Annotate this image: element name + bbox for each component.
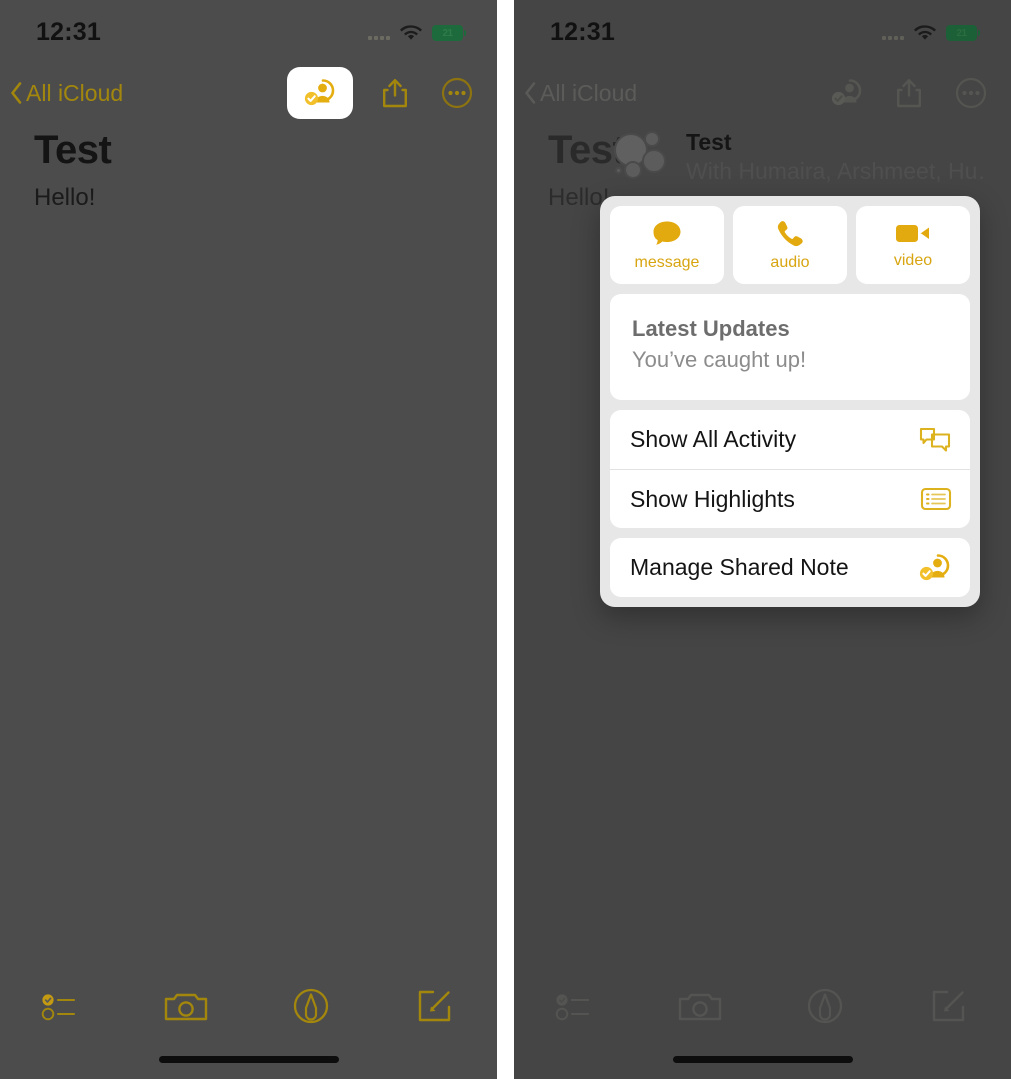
camera-icon (163, 989, 209, 1023)
status-bar-clock: 12:31 (36, 17, 101, 46)
cellular-bars-icon (368, 26, 390, 40)
video-camera-icon (894, 220, 932, 246)
navigation-actions (287, 67, 477, 119)
bottom-toolbar (0, 960, 497, 1079)
wifi-icon (400, 25, 422, 41)
highlights-list-icon (918, 484, 952, 514)
video-action-label: video (893, 252, 933, 269)
compose-new-note-icon (930, 987, 968, 1025)
camera-button[interactable] (638, 976, 762, 1036)
shared-note-participants: With Humaira, Arshmeet, Hu… (686, 158, 984, 184)
home-indicator (158, 1056, 339, 1063)
back-to-all-icloud-button[interactable]: All iCloud (10, 80, 123, 107)
shared-note-collaborate-icon (303, 78, 337, 108)
home-indicator (672, 1056, 853, 1063)
bottom-toolbar (514, 960, 1011, 1079)
show-all-activity-item[interactable]: Show All Activity (610, 410, 970, 469)
phone-screenshot-right: 12:31 21 All iCloud Test Hello! Test Wit… (514, 0, 1011, 1079)
checklist-icon (554, 989, 598, 1023)
note-body-text[interactable]: Hello! (34, 180, 463, 216)
markup-button[interactable] (763, 976, 887, 1036)
back-button-label: All iCloud (26, 79, 124, 106)
screenshot-stage: 12:31 21 All iCloud Test Hello! 12:31 21… (0, 0, 1011, 1079)
manage-menu-group: Manage Shared Note (610, 538, 970, 597)
show-all-activity-label: Show All Activity (630, 426, 797, 452)
checklist-icon (40, 989, 84, 1023)
compose-new-note-button[interactable] (887, 976, 1011, 1036)
message-action-label: message (634, 254, 700, 271)
quick-action-tiles: message audio video (610, 206, 970, 284)
chevron-left-icon (10, 82, 22, 104)
checklist-button[interactable] (514, 976, 638, 1036)
note-title[interactable]: Test (34, 124, 463, 176)
more-ellipsis-circle-icon (441, 77, 473, 109)
toolbar-buttons (0, 976, 497, 1036)
battery-icon: 21 (432, 25, 466, 41)
video-action-tile[interactable]: video (856, 206, 970, 284)
status-bar-indicators: 21 (368, 25, 466, 41)
message-action-tile[interactable]: message (610, 206, 724, 284)
show-highlights-item[interactable]: Show Highlights (610, 469, 970, 528)
shared-note-collaborate-icon (918, 553, 952, 583)
notes-app-screen-with-popover: 12:31 21 All iCloud Test Hello! Test Wit… (514, 0, 1011, 1079)
latest-updates-subtitle: You’ve caught up! (632, 347, 807, 372)
compose-new-note-button[interactable] (373, 976, 497, 1036)
checklist-button[interactable] (0, 976, 124, 1036)
activity-menu-group: Show All Activity Show Highlights (610, 410, 970, 528)
collaboration-popover: message audio video Latest Updates You’v… (600, 196, 980, 607)
message-bubble-icon (649, 218, 685, 248)
battery-level-label: 21 (442, 27, 453, 39)
latest-updates-card[interactable]: Latest Updates You’ve caught up! (610, 294, 970, 400)
phone-screenshot-left: 12:31 21 All iCloud Test Hello! (0, 0, 497, 1079)
camera-icon (677, 989, 723, 1023)
camera-button[interactable] (124, 976, 248, 1036)
notes-app-screen: 12:31 21 All iCloud Test Hello! (0, 0, 497, 1079)
markup-pen-circle-icon (291, 986, 331, 1026)
shared-note-title: Test (686, 129, 732, 155)
latest-updates-title: Latest Updates (632, 316, 790, 341)
phone-handset-icon (774, 218, 806, 248)
share-icon (381, 77, 409, 109)
audio-action-label: audio (770, 254, 810, 271)
participants-avatar-cluster-icon (614, 131, 670, 183)
shared-note-header: Test With Humaira, Arshmeet, Hu… (614, 128, 984, 186)
manage-shared-note-item[interactable]: Manage Shared Note (610, 538, 970, 597)
more-options-button[interactable] (437, 72, 477, 114)
toolbar-buttons (514, 976, 1011, 1036)
status-bar: 12:31 21 (0, 0, 497, 60)
share-button[interactable] (375, 72, 415, 114)
activity-bubbles-icon (918, 425, 952, 455)
markup-button[interactable] (249, 976, 373, 1036)
manage-shared-note-label: Manage Shared Note (630, 554, 849, 580)
collaborate-button[interactable] (287, 67, 353, 119)
note-content: Test Hello! (0, 124, 497, 216)
navigation-bar: All iCloud (0, 62, 497, 124)
audio-action-tile[interactable]: audio (733, 206, 847, 284)
compose-new-note-icon (416, 987, 454, 1025)
show-highlights-label: Show Highlights (630, 485, 795, 512)
markup-pen-circle-icon (805, 986, 845, 1026)
shared-note-header-text: Test With Humaira, Arshmeet, Hu… (686, 128, 984, 186)
